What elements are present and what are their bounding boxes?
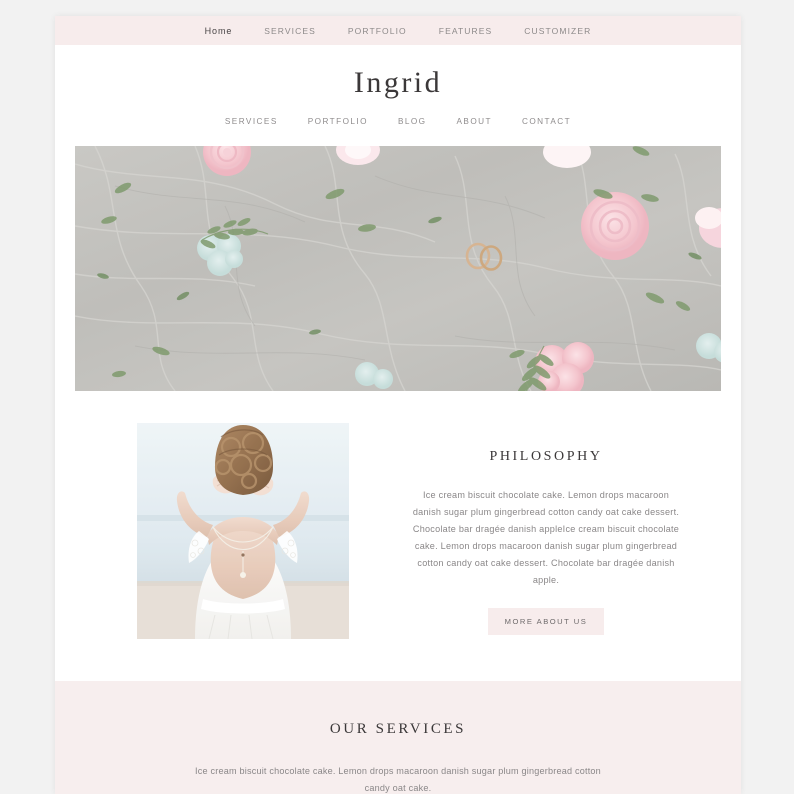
philosophy-body: Ice cream biscuit chocolate cake. Lemon … xyxy=(412,490,680,585)
website-page: Home Services Portfolio Features Customi… xyxy=(55,16,741,794)
bride-illustration xyxy=(137,423,349,639)
nav-item-contact[interactable]: Contact xyxy=(507,117,586,126)
services-section: OUR SERVICES Ice cream biscuit chocolate… xyxy=(55,681,741,794)
hero-image xyxy=(75,146,721,391)
nav-item-services[interactable]: Services xyxy=(210,117,293,126)
admin-bar: Home Services Portfolio Features Customi… xyxy=(55,16,741,45)
philosophy-title: PHILOSOPHY xyxy=(489,449,603,464)
main-navigation: Services Portfolio Blog About Contact xyxy=(55,117,741,126)
services-title: OUR SERVICES xyxy=(329,721,467,737)
admin-bar-item-portfolio[interactable]: Portfolio xyxy=(332,26,423,36)
philosophy-image xyxy=(137,423,349,639)
nav-item-about[interactable]: About xyxy=(442,117,507,126)
philosophy-text: PHILOSOPHY Ice cream biscuit chocolate c… xyxy=(349,423,741,635)
site-logo[interactable]: Ingrid xyxy=(55,68,741,98)
admin-bar-item-customizer[interactable]: Customizer xyxy=(508,26,607,36)
nav-item-portfolio[interactable]: Portfolio xyxy=(293,117,383,126)
screenshot-canvas: Home Services Portfolio Features Customi… xyxy=(0,0,794,794)
admin-bar-item-services[interactable]: Services xyxy=(248,26,332,36)
admin-bar-item-home[interactable]: Home xyxy=(189,26,249,36)
nav-item-blog[interactable]: Blog xyxy=(383,117,442,126)
hero-illustration xyxy=(75,146,721,391)
more-about-us-button[interactable]: MORE ABOUT US xyxy=(487,608,605,635)
admin-bar-item-features[interactable]: Features xyxy=(423,26,509,36)
philosophy-section: PHILOSOPHY Ice cream biscuit chocolate c… xyxy=(55,391,741,681)
services-body: Ice cream biscuit chocolate cake. Lemon … xyxy=(195,766,601,793)
site-header: Ingrid Services Portfolio Blog About Con… xyxy=(55,45,741,136)
